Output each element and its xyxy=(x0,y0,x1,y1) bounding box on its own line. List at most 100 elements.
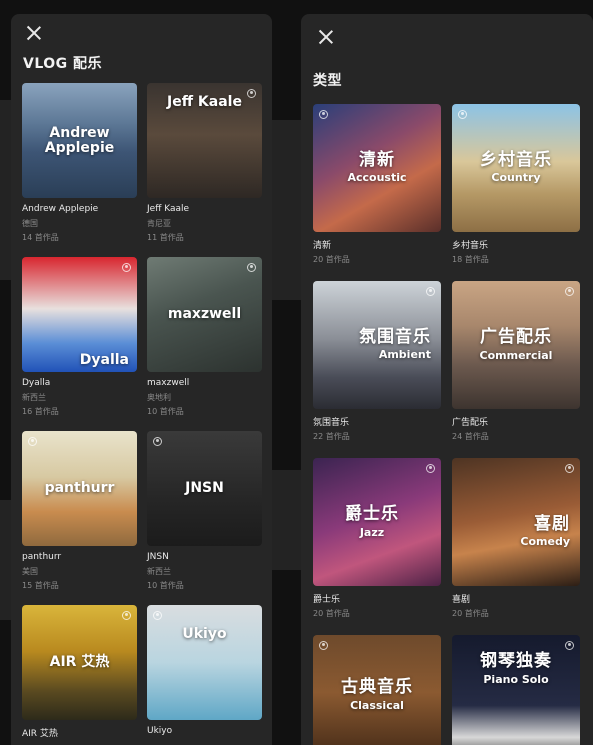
track-count: 18 首作品 xyxy=(452,255,489,264)
play-icon xyxy=(122,611,131,620)
play-icon xyxy=(565,464,574,473)
cover-title: 钢琴独奏 xyxy=(480,651,552,671)
play-icon xyxy=(247,263,256,272)
cover-title: JNSN xyxy=(185,480,224,497)
cover-title: Dyalla xyxy=(79,352,129,369)
genre-name: 广告配乐 xyxy=(452,418,489,428)
cover-subtitle: Accoustic xyxy=(347,171,407,185)
track-count: 14 首作品 xyxy=(22,233,59,242)
genre-card-classical[interactable]: 古典音乐 Classical xyxy=(313,635,441,745)
artist-cover: panthurr xyxy=(22,431,137,546)
track-count: 22 首作品 xyxy=(313,432,350,441)
artist-region: 新西兰 xyxy=(147,567,171,576)
genre-cover: 氛围音乐 Ambient xyxy=(313,281,441,409)
artist-name: panthurr xyxy=(22,552,62,562)
cover-title: 清新 xyxy=(359,149,395,170)
background-thumbnail xyxy=(272,120,301,300)
cover-title: 古典音乐 xyxy=(341,677,413,697)
artist-card-jnsn[interactable]: JNSN JNSN 新西兰 10 首作品 xyxy=(147,431,262,591)
artist-region: 奥地利 xyxy=(147,393,171,402)
play-icon xyxy=(28,437,37,446)
track-count: 16 首作品 xyxy=(22,407,59,416)
artist-card-ukiyo[interactable]: Ukiyo Ukiyo xyxy=(147,605,262,736)
play-icon xyxy=(122,263,131,272)
cover-title: Jeff Kaale xyxy=(167,94,242,110)
cover-title: 乡村音乐 xyxy=(480,149,552,170)
track-count: 20 首作品 xyxy=(313,255,350,264)
play-icon xyxy=(153,437,162,446)
cover-title: 喜剧 xyxy=(534,513,570,534)
track-count: 20 首作品 xyxy=(313,609,350,618)
play-icon xyxy=(426,464,435,473)
track-count: 15 首作品 xyxy=(22,581,59,590)
play-icon xyxy=(319,110,328,119)
artist-cover: maxzwell xyxy=(147,257,262,372)
play-icon xyxy=(458,110,467,119)
artist-card-andrew-applepie[interactable]: Andrew Applepie Andrew Applepie 德国 14 首作… xyxy=(22,83,137,243)
play-icon xyxy=(426,287,435,296)
cover-title: panthurr xyxy=(44,480,115,497)
cover-title: maxzwell xyxy=(167,306,242,323)
artist-cover: AIR 艾热 xyxy=(22,605,137,720)
panel-title: VLOG 配乐 xyxy=(23,56,103,72)
cover-subtitle: Piano Solo xyxy=(483,672,549,686)
background-thumbnail xyxy=(0,100,11,280)
genre-card-country[interactable]: 乡村音乐 Country 乡村音乐 18 首作品 xyxy=(452,104,580,265)
artist-cover: Jeff Kaale xyxy=(147,83,262,198)
background-thumbnail xyxy=(0,500,11,620)
genre-card-piano-solo[interactable]: 钢琴独奏 Piano Solo xyxy=(452,635,580,745)
track-count: 10 首作品 xyxy=(147,407,184,416)
cover-title: 爵士乐 xyxy=(345,504,399,524)
genre-panel: 类型 清新 Accoustic 清新 20 首作品 乡村音乐 Country 乡… xyxy=(301,14,593,745)
play-icon xyxy=(565,287,574,296)
cover-title: 广告配乐 xyxy=(480,327,552,347)
artist-card-air[interactable]: AIR 艾热 AIR 艾热 xyxy=(22,605,137,739)
genre-cover: 乡村音乐 Country xyxy=(452,104,580,232)
artist-name: Andrew Applepie xyxy=(22,204,99,214)
background-thumbnail xyxy=(272,470,301,570)
genre-card-jazz[interactable]: 爵士乐 Jazz 爵士乐 20 首作品 xyxy=(313,458,441,619)
artist-region: 新西兰 xyxy=(22,393,46,402)
genre-card-acoustic[interactable]: 清新 Accoustic 清新 20 首作品 xyxy=(313,104,441,265)
artist-cover: Andrew Applepie xyxy=(22,83,137,198)
close-icon[interactable] xyxy=(315,26,337,48)
artist-name: maxzwell xyxy=(147,378,190,388)
play-icon xyxy=(153,611,162,620)
artist-card-jeff-kaale[interactable]: Jeff Kaale Jeff Kaale 肯尼亚 11 首作品 xyxy=(147,83,262,243)
artist-cover: Ukiyo xyxy=(147,605,262,720)
panel-title: 类型 xyxy=(313,73,342,89)
artist-region: 肯尼亚 xyxy=(147,219,171,228)
cover-title: Ukiyo xyxy=(182,626,227,642)
genre-card-comedy[interactable]: 喜剧 Comedy 喜剧 20 首作品 xyxy=(452,458,580,619)
close-icon[interactable] xyxy=(23,22,45,44)
play-icon xyxy=(247,89,256,98)
genre-name: 喜剧 xyxy=(452,595,471,605)
cover-subtitle: Commercial xyxy=(479,348,553,362)
cover-title: AIR 艾热 xyxy=(49,654,110,671)
genre-cover: 喜剧 Comedy xyxy=(452,458,580,586)
genre-card-ambient[interactable]: 氛围音乐 Ambient 氛围音乐 22 首作品 xyxy=(313,281,441,442)
artist-cover: JNSN xyxy=(147,431,262,546)
artist-card-maxzwell[interactable]: maxzwell maxzwell 奥地利 10 首作品 xyxy=(147,257,262,417)
genre-name: 氛围音乐 xyxy=(313,418,350,428)
artist-card-panthurr[interactable]: panthurr panthurr 美国 15 首作品 xyxy=(22,431,137,591)
vlog-music-panel: VLOG 配乐 Andrew Applepie Andrew Applepie … xyxy=(11,14,272,745)
cover-title: Andrew Applepie xyxy=(44,124,115,156)
cover-subtitle: Classical xyxy=(350,698,404,712)
genre-name: 乡村音乐 xyxy=(452,241,489,251)
artist-region: 德国 xyxy=(22,219,38,228)
genre-cover: 清新 Accoustic xyxy=(313,104,441,232)
artist-region: 美国 xyxy=(22,567,38,576)
artist-name: Dyalla xyxy=(22,378,51,388)
play-icon xyxy=(319,641,328,650)
artist-name: JNSN xyxy=(147,552,169,562)
artist-card-dyalla[interactable]: Dyalla Dyalla 新西兰 16 首作品 xyxy=(22,257,137,417)
cover-subtitle: Jazz xyxy=(359,525,385,539)
genre-cover: 钢琴独奏 Piano Solo xyxy=(452,635,580,745)
genre-card-commercial[interactable]: 广告配乐 Commercial 广告配乐 24 首作品 xyxy=(452,281,580,442)
artist-name: Ukiyo xyxy=(147,726,173,736)
genre-cover: 广告配乐 Commercial xyxy=(452,281,580,409)
cover-title: 氛围音乐 xyxy=(359,326,431,347)
track-count: 20 首作品 xyxy=(452,609,489,618)
genre-name: 爵士乐 xyxy=(313,595,341,605)
